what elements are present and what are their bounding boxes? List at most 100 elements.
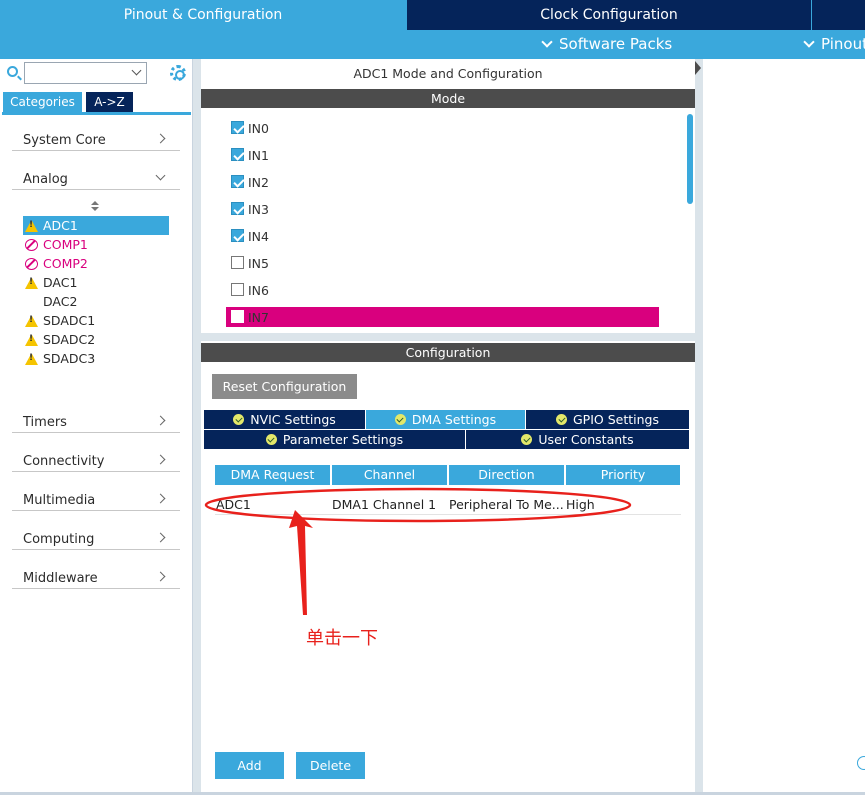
peripheral-adc1[interactable]: ADC1: [23, 216, 169, 235]
checkbox[interactable]: [231, 229, 244, 242]
peripheral-dac2[interactable]: DAC2: [23, 292, 169, 311]
category-label: Computing: [23, 532, 95, 547]
mode-input-in1[interactable]: IN1: [231, 145, 661, 165]
category-label: Multimedia: [23, 493, 96, 508]
warning-icon: [25, 353, 38, 365]
peripheral-label: SDADC2: [43, 332, 96, 347]
checkbox[interactable]: [231, 202, 244, 215]
warning-icon: [25, 220, 38, 232]
chevron-down-icon[interactable]: [131, 65, 142, 76]
category-connectivity[interactable]: Connectivity: [12, 442, 180, 472]
tab-pinout-configuration[interactable]: Pinout & Configuration: [0, 0, 406, 30]
category-system-core[interactable]: System Core: [12, 121, 180, 151]
warning-icon: [25, 277, 38, 289]
category-multimedia[interactable]: Multimedia: [12, 481, 180, 511]
pinout-menu[interactable]: Pinout: [803, 30, 865, 59]
warning-icon: [25, 315, 38, 327]
warning-icon: [25, 334, 38, 346]
tab-gpio-settings[interactable]: GPIO Settings: [526, 410, 689, 429]
mode-input-in5[interactable]: IN5: [231, 253, 661, 273]
search-input[interactable]: [24, 62, 147, 84]
collapse-arrow-icon[interactable]: [695, 61, 701, 75]
add-button[interactable]: Add: [215, 752, 284, 779]
table-cell-channel[interactable]: DMA1 Channel 1: [332, 495, 447, 515]
pinout-menu-label: Pinout: [821, 35, 865, 53]
peripheral-label: SDADC3: [43, 351, 96, 366]
peripheral-label: ADC1: [43, 218, 78, 233]
column-header-channel[interactable]: Channel: [332, 465, 447, 485]
category-label: System Core: [23, 133, 106, 148]
category-label: Timers: [23, 415, 67, 430]
peripheral-label: SDADC1: [43, 313, 96, 328]
peripheral-sdadc1[interactable]: SDADC1: [23, 311, 169, 330]
chevron-right-icon: [155, 133, 166, 144]
chevron-right-icon: [155, 571, 166, 582]
zoom-in-icon[interactable]: [857, 756, 865, 770]
tab-a-to-z[interactable]: A->Z: [86, 92, 133, 112]
search-icon[interactable]: [7, 66, 18, 77]
peripheral-comp1[interactable]: COMP1: [23, 235, 169, 254]
categories-panel: Categories A->Z System Core Analog ADC1 …: [0, 59, 193, 792]
category-middleware[interactable]: Middleware: [12, 559, 180, 589]
reset-configuration-button[interactable]: Reset Configuration: [212, 374, 357, 399]
tab-parameter-settings[interactable]: Parameter Settings: [204, 430, 465, 449]
panel-divider[interactable]: [193, 59, 201, 792]
mode-input-label: IN3: [248, 202, 269, 217]
mode-input-label: IN5: [248, 256, 269, 271]
pinout-view-panel: [703, 59, 865, 792]
mode-input-in3[interactable]: IN3: [231, 199, 661, 219]
checkbox[interactable]: [231, 256, 244, 269]
checkbox[interactable]: [231, 175, 244, 188]
check-circle-icon: [394, 414, 406, 425]
checkbox[interactable]: [231, 283, 244, 296]
scrollbar-thumb[interactable]: [687, 114, 693, 204]
tab-user-constants[interactable]: User Constants: [466, 430, 689, 449]
category-computing[interactable]: Computing: [12, 520, 180, 550]
mode-input-in7[interactable]: IN7: [226, 307, 659, 327]
chevron-right-icon: [155, 532, 166, 543]
column-header-dma-request[interactable]: DMA Request: [215, 465, 330, 485]
mode-input-in4[interactable]: IN4: [231, 226, 661, 246]
software-packs-menu[interactable]: Software Packs: [541, 30, 672, 59]
column-header-priority[interactable]: Priority: [566, 465, 680, 485]
tab-dma-settings[interactable]: DMA Settings: [366, 410, 525, 429]
mode-input-label: IN6: [248, 283, 269, 298]
chevron-down-icon: [155, 170, 166, 181]
peripheral-sdadc3[interactable]: SDADC3: [23, 349, 169, 368]
peripheral-sdadc2[interactable]: SDADC2: [23, 330, 169, 349]
tab-clock-configuration[interactable]: Clock Configuration: [406, 0, 811, 30]
tab-categories[interactable]: Categories: [3, 92, 82, 112]
column-header-direction[interactable]: Direction: [449, 465, 564, 485]
sort-icon[interactable]: [91, 201, 99, 213]
mode-header: Mode: [201, 89, 695, 108]
tab-label: Parameter Settings: [282, 432, 404, 447]
check-circle-icon: [265, 434, 277, 445]
table-cell-dma-request[interactable]: ADC1: [216, 495, 329, 515]
table-cell-priority[interactable]: High: [566, 495, 680, 515]
checkbox[interactable]: [231, 121, 244, 134]
gear-icon[interactable]: [170, 65, 186, 81]
delete-button[interactable]: Delete: [296, 752, 365, 779]
category-timers[interactable]: Timers: [12, 403, 180, 433]
panel-divider[interactable]: [201, 333, 695, 341]
mode-input-in0[interactable]: IN0: [231, 118, 661, 138]
software-packs-label: Software Packs: [559, 35, 673, 53]
tab-label: GPIO Settings: [573, 412, 659, 427]
checkbox[interactable]: [231, 148, 244, 161]
checkbox[interactable]: [231, 310, 244, 323]
category-analog[interactable]: Analog: [12, 160, 180, 190]
mode-input-in2[interactable]: IN2: [231, 172, 661, 192]
tab-nvic-settings[interactable]: NVIC Settings: [204, 410, 365, 429]
chevron-right-icon: [155, 493, 166, 504]
mode-input-label: IN7: [248, 310, 269, 325]
panel-divider[interactable]: [695, 59, 703, 792]
table-cell-direction[interactable]: Peripheral To Me...: [449, 495, 564, 515]
category-label: Middleware: [23, 571, 98, 586]
tab-next-overflow[interactable]: [811, 0, 865, 30]
chevron-right-icon: [155, 415, 166, 426]
tab-label: User Constants: [538, 432, 634, 447]
peripheral-dac1[interactable]: DAC1: [23, 273, 169, 292]
peripheral-comp2[interactable]: COMP2: [23, 254, 169, 273]
peripheral-label: COMP2: [43, 256, 88, 271]
mode-input-in6[interactable]: IN6: [231, 280, 661, 300]
